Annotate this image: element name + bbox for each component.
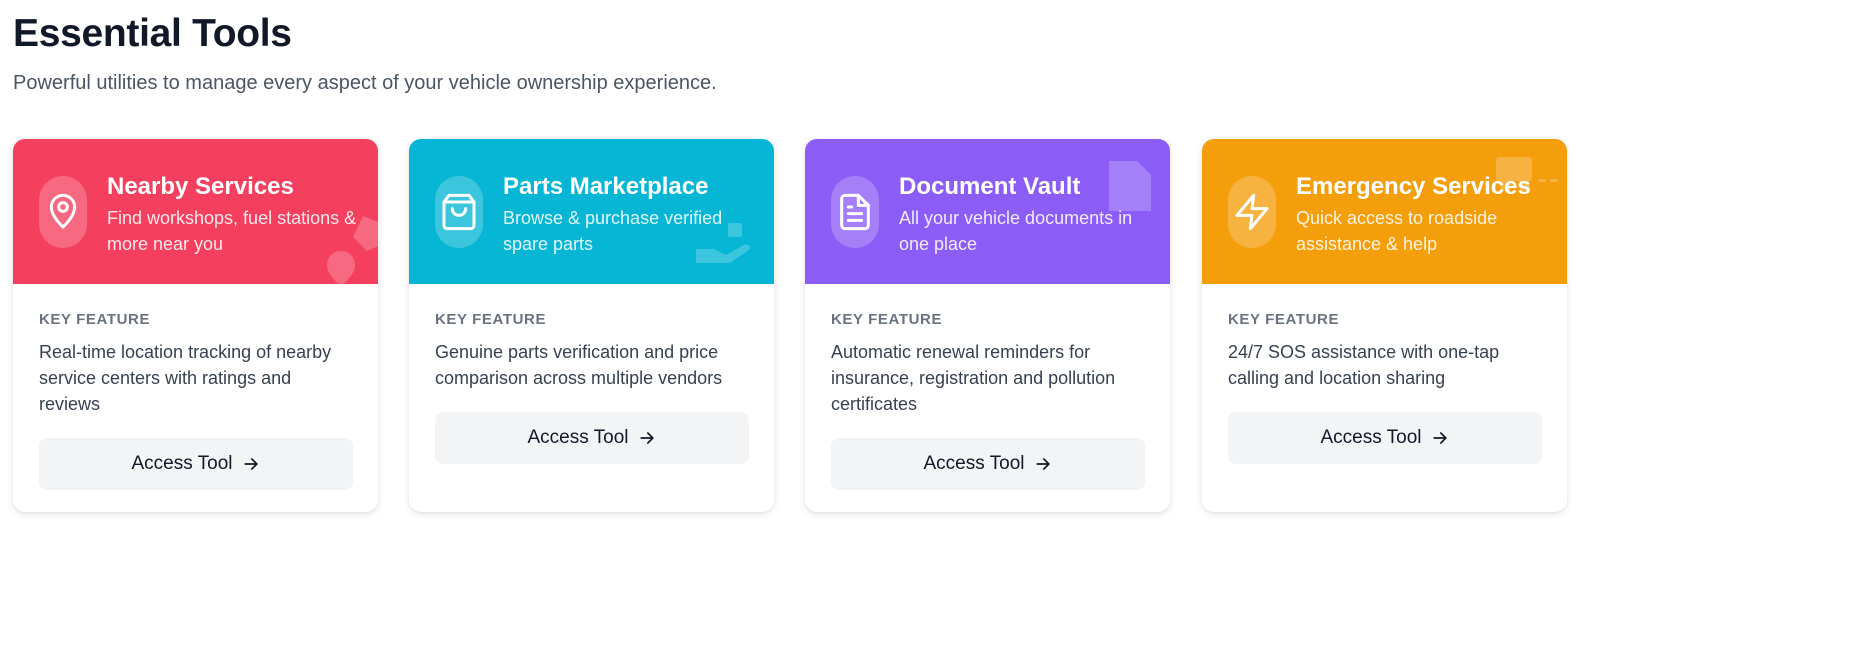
document-icon <box>840 193 870 231</box>
card-description: Find workshops, fuel stations & more nea… <box>107 208 357 254</box>
card-header: Document Vault All your vehicle document… <box>805 139 1170 284</box>
card-title: Document Vault <box>899 173 1081 200</box>
access-tool-label: Access Tool <box>131 453 233 474</box>
tool-card-nearby-services: Nearby Services Find workshops, fuel sta… <box>13 139 378 512</box>
page-title: Essential Tools <box>13 12 292 55</box>
card-header: Emergency Services Quick access to roads… <box>1202 139 1567 284</box>
key-feature-label: KEY FEATURE <box>831 311 943 328</box>
card-body: KEY FEATURE Automatic renewal reminders … <box>805 284 1170 490</box>
access-tool-button[interactable]: Access Tool <box>39 438 353 490</box>
page-subtitle: Powerful utilities to manage every aspec… <box>13 72 717 94</box>
key-feature-label: KEY FEATURE <box>435 311 547 328</box>
access-tool-button[interactable]: Access Tool <box>1228 412 1542 464</box>
map-pin-icon-container <box>39 176 87 248</box>
card-description: Browse & purchase verified spare parts <box>503 208 723 254</box>
lightning-bolt-icon-container <box>1228 176 1276 248</box>
card-body: KEY FEATURE Real-time location tracking … <box>13 284 378 490</box>
document-icon-container <box>831 176 879 248</box>
card-title: Parts Marketplace <box>503 173 709 200</box>
arrow-right-icon <box>1035 458 1050 470</box>
access-tool-button[interactable]: Access Tool <box>435 412 749 464</box>
arrow-right-icon <box>243 458 258 470</box>
key-feature-text: 24/7 SOS assistance with one-tap calling… <box>1228 342 1500 388</box>
access-tool-button[interactable]: Access Tool <box>831 438 1145 490</box>
arrow-right-icon <box>639 432 654 444</box>
card-body: KEY FEATURE 24/7 SOS assistance with one… <box>1202 284 1567 464</box>
shopping-bag-icon-container <box>435 176 483 248</box>
tool-card-document-vault: Document Vault All your vehicle document… <box>805 139 1170 512</box>
key-feature-text: Genuine parts verification and price com… <box>435 342 723 388</box>
key-feature-label: KEY FEATURE <box>39 311 151 328</box>
shopping-bag-icon <box>442 193 476 231</box>
card-title: Nearby Services <box>107 173 294 200</box>
access-tool-label: Access Tool <box>527 427 629 448</box>
lightning-bolt-icon <box>1235 193 1269 231</box>
access-tool-label: Access Tool <box>923 453 1025 474</box>
key-feature-text: Automatic renewal reminders for insuranc… <box>831 342 1116 414</box>
access-tool-label: Access Tool <box>1320 427 1422 448</box>
map-pin-icon <box>49 193 77 229</box>
card-body: KEY FEATURE Genuine parts verification a… <box>409 284 774 464</box>
tool-card-parts-marketplace: Parts Marketplace Browse & purchase veri… <box>409 139 774 512</box>
card-title: Emergency Services <box>1296 173 1531 200</box>
card-description: All your vehicle documents in one place <box>899 208 1133 254</box>
key-feature-text: Real-time location tracking of nearby se… <box>39 342 332 414</box>
arrow-right-icon <box>1432 432 1447 444</box>
card-description: Quick access to roadside assistance & he… <box>1296 208 1498 254</box>
tool-card-emergency-services: Emergency Services Quick access to roads… <box>1202 139 1567 512</box>
card-header: Nearby Services Find workshops, fuel sta… <box>13 139 378 284</box>
card-header: Parts Marketplace Browse & purchase veri… <box>409 139 774 284</box>
key-feature-label: KEY FEATURE <box>1228 311 1340 328</box>
tool-cards: Nearby Services Find workshops, fuel sta… <box>13 139 1875 512</box>
